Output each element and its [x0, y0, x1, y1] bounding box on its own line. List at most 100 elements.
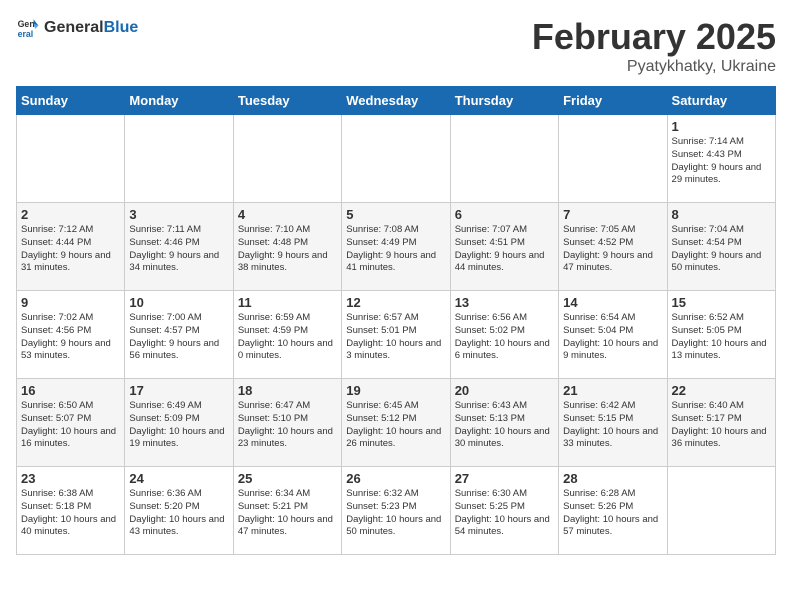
weekday-header-saturday: Saturday [667, 87, 775, 115]
day-info: Sunrise: 6:43 AM Sunset: 5:13 PM Dayligh… [455, 400, 554, 451]
calendar-subtitle: Pyatykhatky, Ukraine [532, 58, 776, 76]
day-info: Sunrise: 6:28 AM Sunset: 5:26 PM Dayligh… [563, 488, 662, 539]
calendar-cell: 28Sunrise: 6:28 AM Sunset: 5:26 PM Dayli… [559, 467, 667, 555]
day-info: Sunrise: 7:00 AM Sunset: 4:57 PM Dayligh… [129, 312, 228, 363]
day-number: 16 [21, 383, 120, 398]
day-number: 4 [238, 207, 337, 222]
calendar-cell: 3 Sunrise: 7:11 AM Sunset: 4:46 PM Daylig… [125, 203, 233, 291]
logo-blue-text: Blue [104, 19, 139, 36]
calendar-week-row: 1Sunrise: 7:14 AM Sunset: 4:43 PM Daylig… [17, 115, 776, 203]
weekday-header-wednesday: Wednesday [342, 87, 450, 115]
calendar-cell: 19 Sunrise: 6:45 AM Sunset: 5:12 PM Dayli… [342, 379, 450, 467]
calendar-cell [125, 115, 233, 203]
calendar-cell: 12Sunrise: 6:57 AM Sunset: 5:01 PM Dayli… [342, 291, 450, 379]
day-number: 23 [21, 471, 120, 486]
day-info: Sunrise: 7:02 AM Sunset: 4:56 PM Dayligh… [21, 312, 120, 363]
day-number: 20 [455, 383, 554, 398]
day-info: Sunrise: 6:32 AM Sunset: 5:23 PM Dayligh… [346, 488, 445, 539]
day-info: Sunrise: 7:05 AM Sunset: 4:52 PM Dayligh… [563, 224, 662, 275]
calendar-cell: 11Sunrise: 6:59 AM Sunset: 4:59 PM Dayli… [233, 291, 341, 379]
day-info: Sunrise: 7:08 AM Sunset: 4:49 PM Dayligh… [346, 224, 445, 275]
day-number: 8 [672, 207, 771, 222]
day-info: Sunrise: 6:42 AM Sunset: 5:15 PM Dayligh… [563, 400, 662, 451]
day-info: Sunrise: 6:45 AM Sunset: 5:12 PM Dayligh… [346, 400, 445, 451]
weekday-header-tuesday: Tuesday [233, 87, 341, 115]
day-info: Sunrise: 7:07 AM Sunset: 4:51 PM Dayligh… [455, 224, 554, 275]
day-number: 17 [129, 383, 228, 398]
day-info: Sunrise: 6:57 AM Sunset: 5:01 PM Dayligh… [346, 312, 445, 363]
logo-icon: Gen eral [16, 16, 40, 40]
calendar-table: SundayMondayTuesdayWednesdayThursdayFrid… [16, 86, 776, 555]
calendar-cell: 27 Sunrise: 6:30 AM Sunset: 5:25 PM Dayli… [450, 467, 558, 555]
day-info: Sunrise: 7:10 AM Sunset: 4:48 PM Dayligh… [238, 224, 337, 275]
day-info: Sunrise: 7:11 AM Sunset: 4:46 PM Dayligh… [129, 224, 228, 275]
day-number: 25 [238, 471, 337, 486]
day-info: Sunrise: 6:49 AM Sunset: 5:09 PM Dayligh… [129, 400, 228, 451]
calendar-week-row: 2 Sunrise: 7:12 AM Sunset: 4:44 PM Daylig… [17, 203, 776, 291]
calendar-cell [17, 115, 125, 203]
logo-general-text: General [44, 19, 104, 36]
calendar-cell [559, 115, 667, 203]
day-number: 7 [563, 207, 662, 222]
calendar-cell: 15 Sunrise: 6:52 AM Sunset: 5:05 PM Dayli… [667, 291, 775, 379]
day-number: 22 [672, 383, 771, 398]
svg-text:Gen: Gen [18, 19, 35, 29]
day-number: 21 [563, 383, 662, 398]
calendar-title: February 2025 [532, 16, 776, 58]
weekday-header-friday: Friday [559, 87, 667, 115]
day-number: 15 [672, 295, 771, 310]
day-number: 13 [455, 295, 554, 310]
day-info: Sunrise: 6:56 AM Sunset: 5:02 PM Dayligh… [455, 312, 554, 363]
logo: Gen eral GeneralBlue [16, 16, 138, 40]
svg-text:eral: eral [18, 29, 34, 39]
weekday-header-sunday: Sunday [17, 87, 125, 115]
calendar-cell: 17 Sunrise: 6:49 AM Sunset: 5:09 PM Dayli… [125, 379, 233, 467]
calendar-cell: 9 Sunrise: 7:02 AM Sunset: 4:56 PM Daylig… [17, 291, 125, 379]
day-number: 26 [346, 471, 445, 486]
day-info: Sunrise: 6:52 AM Sunset: 5:05 PM Dayligh… [672, 312, 771, 363]
day-number: 1 [672, 119, 771, 134]
day-number: 2 [21, 207, 120, 222]
calendar-cell: 14Sunrise: 6:54 AM Sunset: 5:04 PM Dayli… [559, 291, 667, 379]
day-info: Sunrise: 6:30 AM Sunset: 5:25 PM Dayligh… [455, 488, 554, 539]
calendar-cell: 10Sunrise: 7:00 AM Sunset: 4:57 PM Dayli… [125, 291, 233, 379]
day-number: 27 [455, 471, 554, 486]
day-number: 24 [129, 471, 228, 486]
calendar-cell: 24 Sunrise: 6:36 AM Sunset: 5:20 PM Dayli… [125, 467, 233, 555]
day-info: Sunrise: 7:04 AM Sunset: 4:54 PM Dayligh… [672, 224, 771, 275]
calendar-cell: 20 Sunrise: 6:43 AM Sunset: 5:13 PM Dayli… [450, 379, 558, 467]
day-number: 18 [238, 383, 337, 398]
day-info: Sunrise: 6:50 AM Sunset: 5:07 PM Dayligh… [21, 400, 120, 451]
calendar-week-row: 9 Sunrise: 7:02 AM Sunset: 4:56 PM Daylig… [17, 291, 776, 379]
day-info: Sunrise: 6:36 AM Sunset: 5:20 PM Dayligh… [129, 488, 228, 539]
day-number: 3 [129, 207, 228, 222]
day-number: 14 [563, 295, 662, 310]
calendar-cell: 6Sunrise: 7:07 AM Sunset: 4:51 PM Daylig… [450, 203, 558, 291]
day-number: 9 [21, 295, 120, 310]
day-info: Sunrise: 6:38 AM Sunset: 5:18 PM Dayligh… [21, 488, 120, 539]
weekday-header-thursday: Thursday [450, 87, 558, 115]
calendar-cell [667, 467, 775, 555]
calendar-cell [342, 115, 450, 203]
day-info: Sunrise: 6:34 AM Sunset: 5:21 PM Dayligh… [238, 488, 337, 539]
weekday-header-monday: Monday [125, 87, 233, 115]
calendar-cell: 5 Sunrise: 7:08 AM Sunset: 4:49 PM Daylig… [342, 203, 450, 291]
calendar-cell: 13 Sunrise: 6:56 AM Sunset: 5:02 PM Dayli… [450, 291, 558, 379]
calendar-cell: 7 Sunrise: 7:05 AM Sunset: 4:52 PM Daylig… [559, 203, 667, 291]
day-info: Sunrise: 6:59 AM Sunset: 4:59 PM Dayligh… [238, 312, 337, 363]
day-info: Sunrise: 7:12 AM Sunset: 4:44 PM Dayligh… [21, 224, 120, 275]
calendar-cell: 2 Sunrise: 7:12 AM Sunset: 4:44 PM Daylig… [17, 203, 125, 291]
calendar-cell: 25 Sunrise: 6:34 AM Sunset: 5:21 PM Dayli… [233, 467, 341, 555]
day-number: 5 [346, 207, 445, 222]
calendar-cell: 21 Sunrise: 6:42 AM Sunset: 5:15 PM Dayli… [559, 379, 667, 467]
header: Gen eral GeneralBlue February 2025 Pyaty… [16, 16, 776, 76]
calendar-cell [233, 115, 341, 203]
day-info: Sunrise: 6:47 AM Sunset: 5:10 PM Dayligh… [238, 400, 337, 451]
day-info: Sunrise: 6:40 AM Sunset: 5:17 PM Dayligh… [672, 400, 771, 451]
calendar-week-row: 16 Sunrise: 6:50 AM Sunset: 5:07 PM Dayli… [17, 379, 776, 467]
calendar-cell: 23 Sunrise: 6:38 AM Sunset: 5:18 PM Dayli… [17, 467, 125, 555]
day-number: 19 [346, 383, 445, 398]
calendar-cell: 16 Sunrise: 6:50 AM Sunset: 5:07 PM Dayli… [17, 379, 125, 467]
calendar-cell: 18 Sunrise: 6:47 AM Sunset: 5:10 PM Dayli… [233, 379, 341, 467]
calendar-cell: 22 Sunrise: 6:40 AM Sunset: 5:17 PM Dayli… [667, 379, 775, 467]
